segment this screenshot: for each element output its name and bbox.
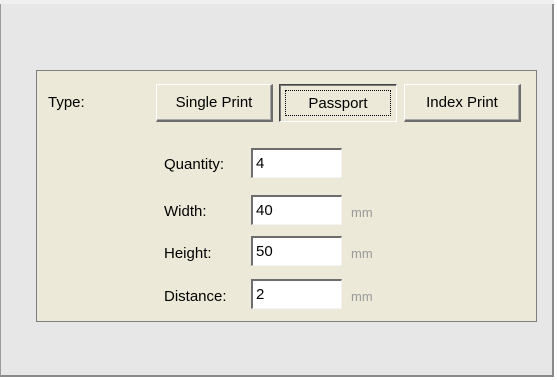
- top-strip: [0, 0, 554, 4]
- height-unit: mm: [351, 246, 373, 261]
- single-print-button[interactable]: Single Print: [156, 84, 273, 122]
- single-print-button-label: Single Print: [175, 93, 253, 111]
- width-label: Width:: [164, 203, 207, 220]
- height-input[interactable]: [251, 236, 342, 266]
- type-label: Type:: [48, 94, 85, 111]
- distance-unit: mm: [351, 289, 373, 304]
- passport-button[interactable]: Passport: [279, 84, 397, 122]
- quantity-label: Quantity:: [164, 156, 225, 173]
- quantity-input[interactable]: [251, 148, 342, 178]
- width-unit: mm: [351, 205, 373, 220]
- height-label: Height:: [164, 245, 212, 262]
- width-input[interactable]: [251, 195, 342, 225]
- index-print-button[interactable]: Index Print: [404, 84, 521, 122]
- index-print-button-label: Index Print: [426, 93, 498, 111]
- distance-label: Distance:: [164, 288, 227, 305]
- passport-button-label: Passport: [308, 95, 368, 112]
- distance-input[interactable]: [251, 279, 342, 309]
